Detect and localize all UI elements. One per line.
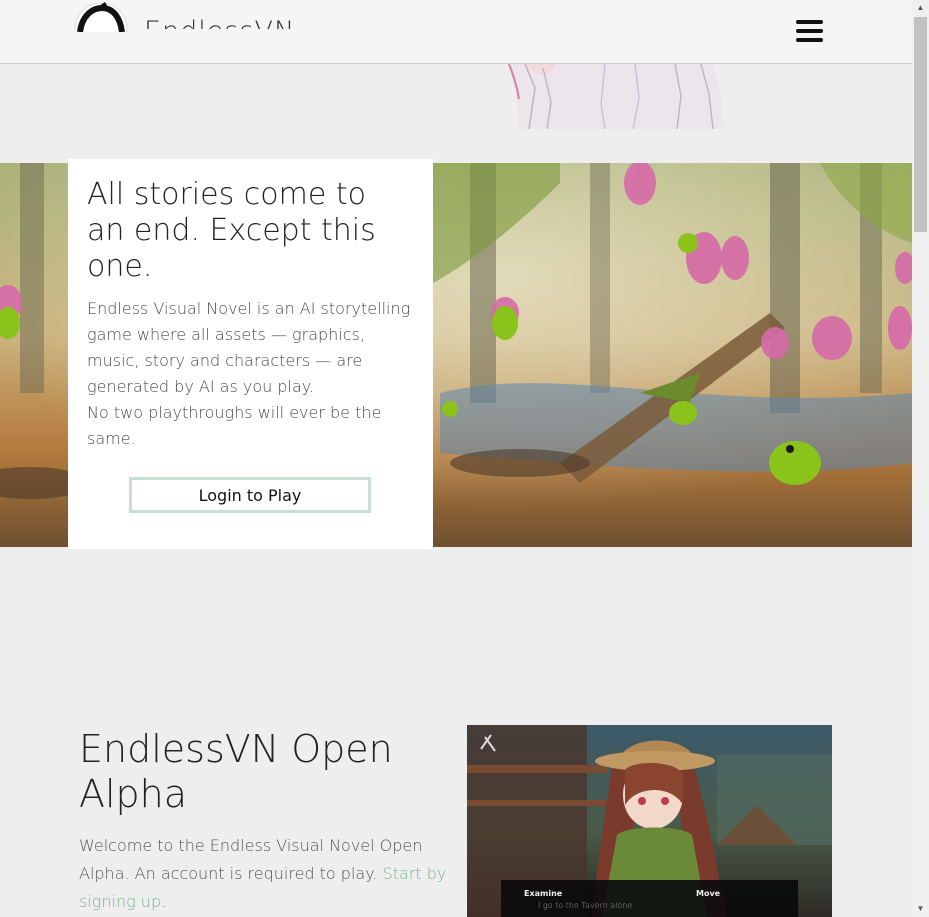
game-option-examine: Examine (524, 889, 563, 898)
game-dialogue-box: Examine Move I go to the Tavern alone. (501, 880, 798, 917)
page-scrollbar[interactable]: ▲ ▼ (912, 0, 929, 917)
hero-title: All stories come to an end. Except this … (87, 177, 376, 284)
login-to-play-button[interactable]: Login to Play (129, 477, 371, 513)
character-image-top (505, 64, 727, 129)
hamburger-menu-icon[interactable] (796, 20, 823, 42)
alpha-section-text: Welcome to the Endless Visual Novel Open… (79, 832, 449, 916)
game-dialogue-text: I go to the Tavern alone. (538, 901, 635, 910)
alpha-section-title: EndlessVN Open Alpha (79, 727, 393, 816)
logo-icon[interactable] (74, 0, 128, 32)
brand-name[interactable]: EndlessVN (144, 15, 295, 29)
scrollbar-thumb[interactable] (914, 17, 927, 232)
hero-description: Endless Visual Novel is an AI storytelli… (87, 299, 411, 396)
site-header: EndlessVN (0, 0, 912, 64)
game-option-move: Move (696, 889, 721, 898)
scroll-up-arrow-icon[interactable]: ▲ (912, 0, 929, 16)
scroll-down-arrow-icon[interactable]: ▼ (912, 901, 929, 917)
hero-description-block: Endless Visual Novel is an AI storytelli… (87, 296, 417, 452)
hero-tagline: No two playthroughs will ever be the sam… (87, 403, 382, 448)
alpha-trailing-punct: . (161, 892, 167, 911)
alpha-intro-text: Welcome to the Endless Visual Novel Open… (79, 836, 423, 883)
game-screenshot: Examine Move I go to the Tavern alone. (467, 725, 832, 917)
hero-card: All stories come to an end. Except this … (68, 159, 433, 549)
